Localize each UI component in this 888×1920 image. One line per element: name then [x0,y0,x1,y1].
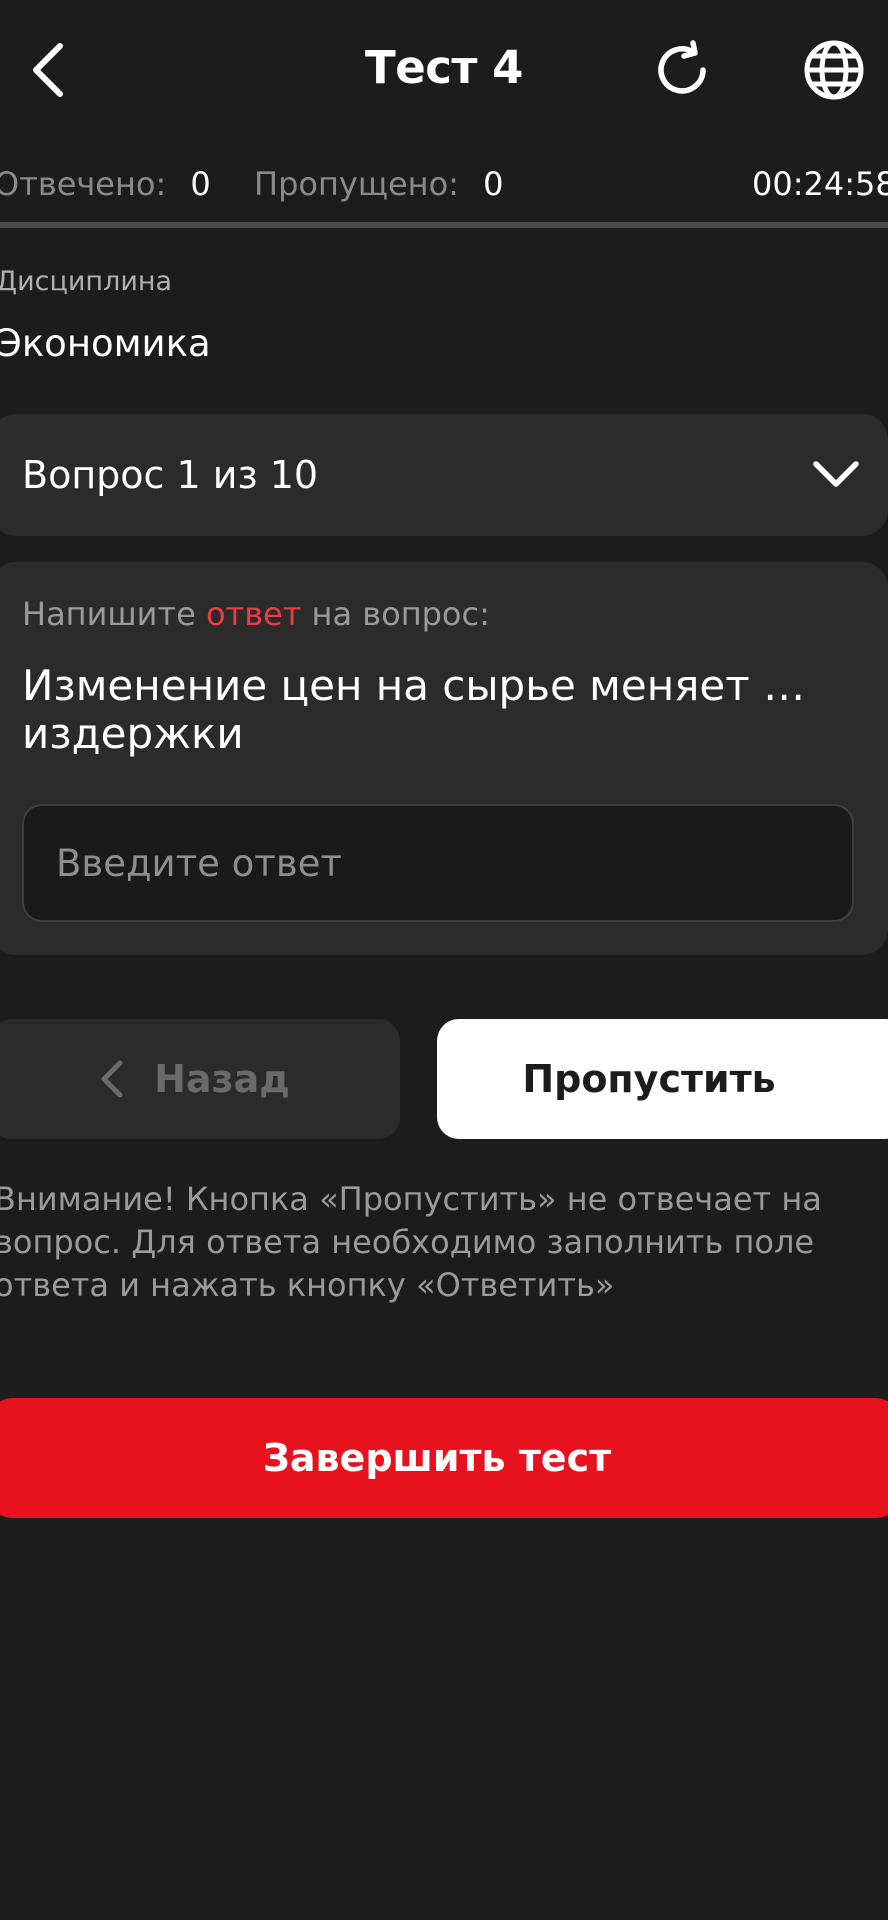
back-question-label: Назад [154,1057,290,1101]
countdown-timer: 00:24:58 [752,165,888,203]
chevron-down-icon [813,461,859,487]
chevron-left-icon [33,43,63,97]
instruction-text-end: на вопрос: [301,595,490,633]
progress-divider [0,222,888,228]
answer-input[interactable] [22,804,854,922]
question-selector[interactable]: Вопрос 1 из 10 [0,414,888,536]
discipline-label: Дисциплина [0,266,173,297]
answered-stat: Отвечено: 0 [0,156,211,212]
page-title: Тест 4 [365,41,523,94]
app-header: Тест 4 [0,0,888,140]
question-instruction: Напишите ответ на вопрос: [22,586,490,642]
chevron-left-icon [101,1060,123,1098]
answered-count: 0 [190,165,211,203]
question-card: Напишите ответ на вопрос: Изменение цен … [0,562,888,955]
refresh-button[interactable] [640,28,724,112]
skipped-count: 0 [483,165,504,203]
instruction-text-start: Напишите [22,595,206,633]
discipline-value: Экономика [0,322,211,365]
finish-test-label: Завершить тест [262,1436,612,1480]
skipped-label: Пропущено: [254,165,459,203]
globe-icon [804,40,864,100]
refresh-icon [658,40,706,94]
skip-button[interactable]: Пропустить [437,1019,888,1139]
question-text: Изменение цен на сырье меняет … издержки [22,661,806,758]
finish-test-button[interactable]: Завершить тест [0,1398,888,1518]
back-question-button[interactable]: Назад [0,1019,400,1139]
skip-label: Пропустить [522,1057,776,1101]
back-button[interactable] [18,30,78,110]
skipped-stat: Пропущено: 0 [254,156,503,212]
instruction-accent: ответ [205,595,302,633]
progress-stats: Отвечено: 0 Пропущено: 0 00:24:58 [0,156,888,212]
skip-notice: Внимание! Кнопка «Пропустить» не отвечае… [0,1180,822,1304]
answered-label: Отвечено: [0,165,167,203]
language-button[interactable] [792,28,876,112]
question-number: Вопрос 1 из 10 [22,453,319,497]
